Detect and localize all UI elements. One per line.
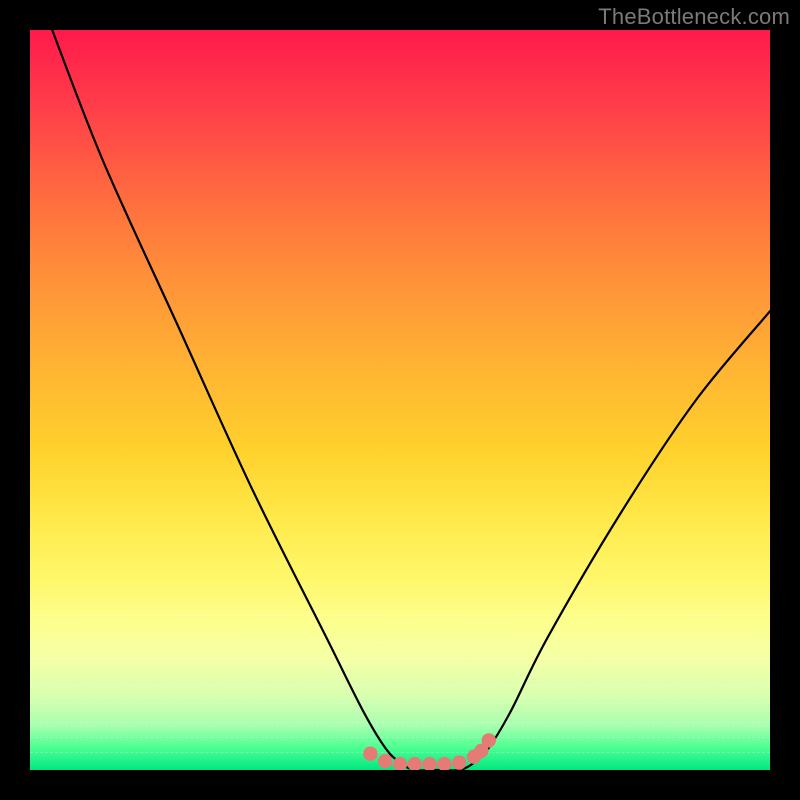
highlight-dot: [422, 757, 436, 770]
highlight-dot: [408, 757, 422, 770]
chart-svg: [30, 30, 770, 770]
highlight-dot: [378, 754, 392, 768]
bottleneck-curve: [52, 30, 770, 770]
outer-frame: TheBottleneck.com: [0, 0, 800, 800]
highlight-dot: [452, 755, 466, 769]
watermark-text: TheBottleneck.com: [598, 4, 790, 30]
bottleneck-curve-group: [52, 30, 770, 770]
chart-area: [30, 30, 770, 770]
highlight-markers: [363, 733, 496, 770]
highlight-dot: [437, 757, 451, 770]
highlight-dot: [363, 747, 377, 761]
highlight-dot: [482, 733, 496, 747]
